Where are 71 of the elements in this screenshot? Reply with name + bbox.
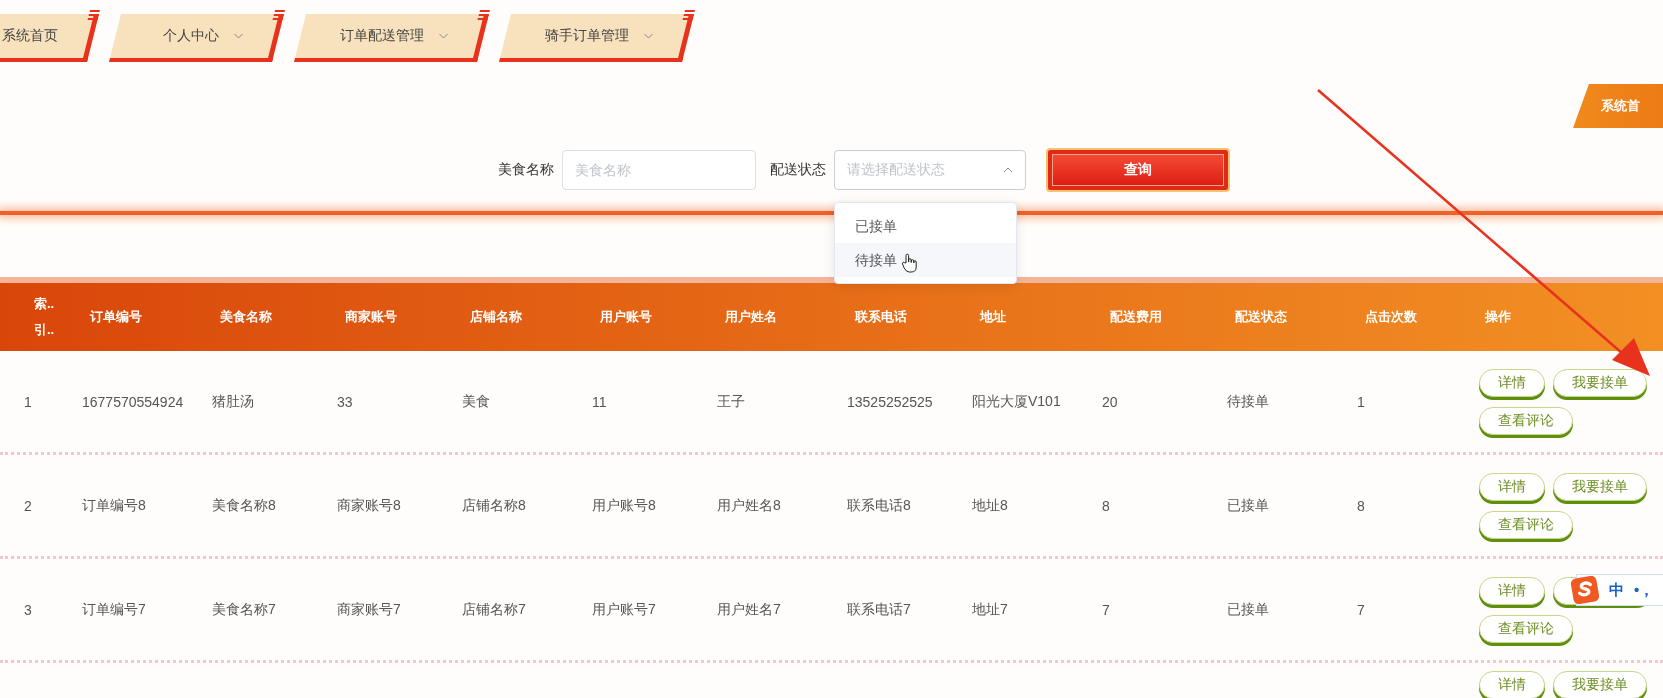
table-cell: 订单编号8	[82, 496, 146, 515]
table-cell: 8	[1102, 497, 1110, 514]
table-cell: 1	[24, 393, 32, 410]
action-button[interactable]: 查看评论	[1479, 510, 1573, 539]
table-cell: 33	[337, 393, 353, 410]
table-cell: 店铺名称7	[462, 600, 526, 619]
column-header: 美食名称	[220, 308, 272, 326]
dropdown-option[interactable]: 待接单	[835, 243, 1016, 277]
table-cell: 美食名称8	[212, 496, 276, 515]
punctuation-toggle[interactable]: •，	[1634, 580, 1655, 600]
action-button[interactable]: 详情	[1479, 368, 1545, 397]
action-button[interactable]: 我要接单	[1553, 671, 1647, 698]
dropdown-option[interactable]: 已接单	[835, 209, 1016, 243]
table-cell: 美食名称7	[212, 600, 276, 619]
table-cell: 订单编号7	[82, 600, 146, 619]
action-button[interactable]: 详情	[1479, 576, 1545, 605]
column-header: 配送状态	[1235, 308, 1287, 326]
table-cell: 用户账号7	[592, 600, 656, 619]
action-button[interactable]: 详情	[1479, 472, 1545, 501]
column-header: 操作	[1485, 308, 1511, 326]
logo-icon[interactable]	[1571, 576, 1599, 604]
table-cell: 已接单	[1227, 496, 1269, 515]
table-cell: 商家账号7	[337, 600, 401, 619]
table-cell: 地址7	[972, 600, 1008, 619]
table-cell: 7	[1357, 601, 1365, 618]
column-header: 商家账号	[345, 308, 397, 326]
table-cell: 店铺名称8	[462, 496, 526, 515]
field-label: 配送状态	[770, 161, 826, 179]
column-header: 联系电话	[855, 308, 907, 326]
column-header: 用户账号	[600, 308, 652, 326]
table-cell: 1	[1357, 393, 1365, 410]
table-cell: 13525252525	[847, 393, 933, 410]
query-button[interactable]: 查询	[1046, 148, 1230, 192]
column-header: 配送费用	[1110, 308, 1162, 326]
table-cell: 7	[1102, 601, 1110, 618]
table-cell: 8	[1357, 497, 1365, 514]
table-cell: 2	[24, 497, 32, 514]
column-header: 店铺名称	[470, 308, 522, 326]
hand-cursor-icon	[901, 253, 917, 273]
table-cell: 已接单	[1227, 600, 1269, 619]
column-header: 地址	[980, 308, 1006, 326]
input-mode-toggle[interactable]: 中	[1609, 580, 1624, 600]
table-cell: 美食	[462, 392, 490, 411]
table-cell: 20	[1102, 393, 1118, 410]
action-button[interactable]: 我要接单	[1553, 368, 1647, 397]
column-header: 用户姓名	[725, 308, 777, 326]
table-cell: 用户账号8	[592, 496, 656, 515]
action-button[interactable]: 查看评论	[1479, 614, 1573, 643]
table-cell: 1677570554924	[82, 393, 184, 410]
table-cell: 用户姓名7	[717, 600, 781, 619]
table-cell: 王子	[717, 392, 745, 411]
table-cell: 11	[592, 393, 607, 410]
chevron-icon	[1003, 167, 1013, 173]
table-cell: 待接单	[1227, 392, 1269, 411]
search-field[interactable]: 美食名称	[562, 150, 756, 190]
action-button[interactable]: 详情	[1479, 671, 1545, 698]
column-header: 订单编号	[90, 308, 142, 326]
table-cell: 用户姓名8	[717, 496, 781, 515]
table-cell: 3	[24, 601, 32, 618]
table-cell: 联系电话7	[847, 600, 911, 619]
column-header: 索..引..	[34, 295, 56, 339]
column-header: 点击次数	[1365, 308, 1417, 326]
action-button[interactable]: 查看评论	[1479, 406, 1573, 435]
action-button[interactable]: 我要接单	[1553, 472, 1647, 501]
table-cell: 阳光大厦V101	[972, 392, 1061, 411]
table-cell: 地址8	[972, 496, 1008, 515]
home-tab[interactable]: 系统首	[1573, 84, 1663, 128]
table-cell: 猪肚汤	[212, 392, 254, 411]
field-label: 美食名称	[498, 161, 554, 179]
table-cell: 商家账号8	[337, 496, 401, 515]
table-cell: 联系电话8	[847, 496, 911, 515]
